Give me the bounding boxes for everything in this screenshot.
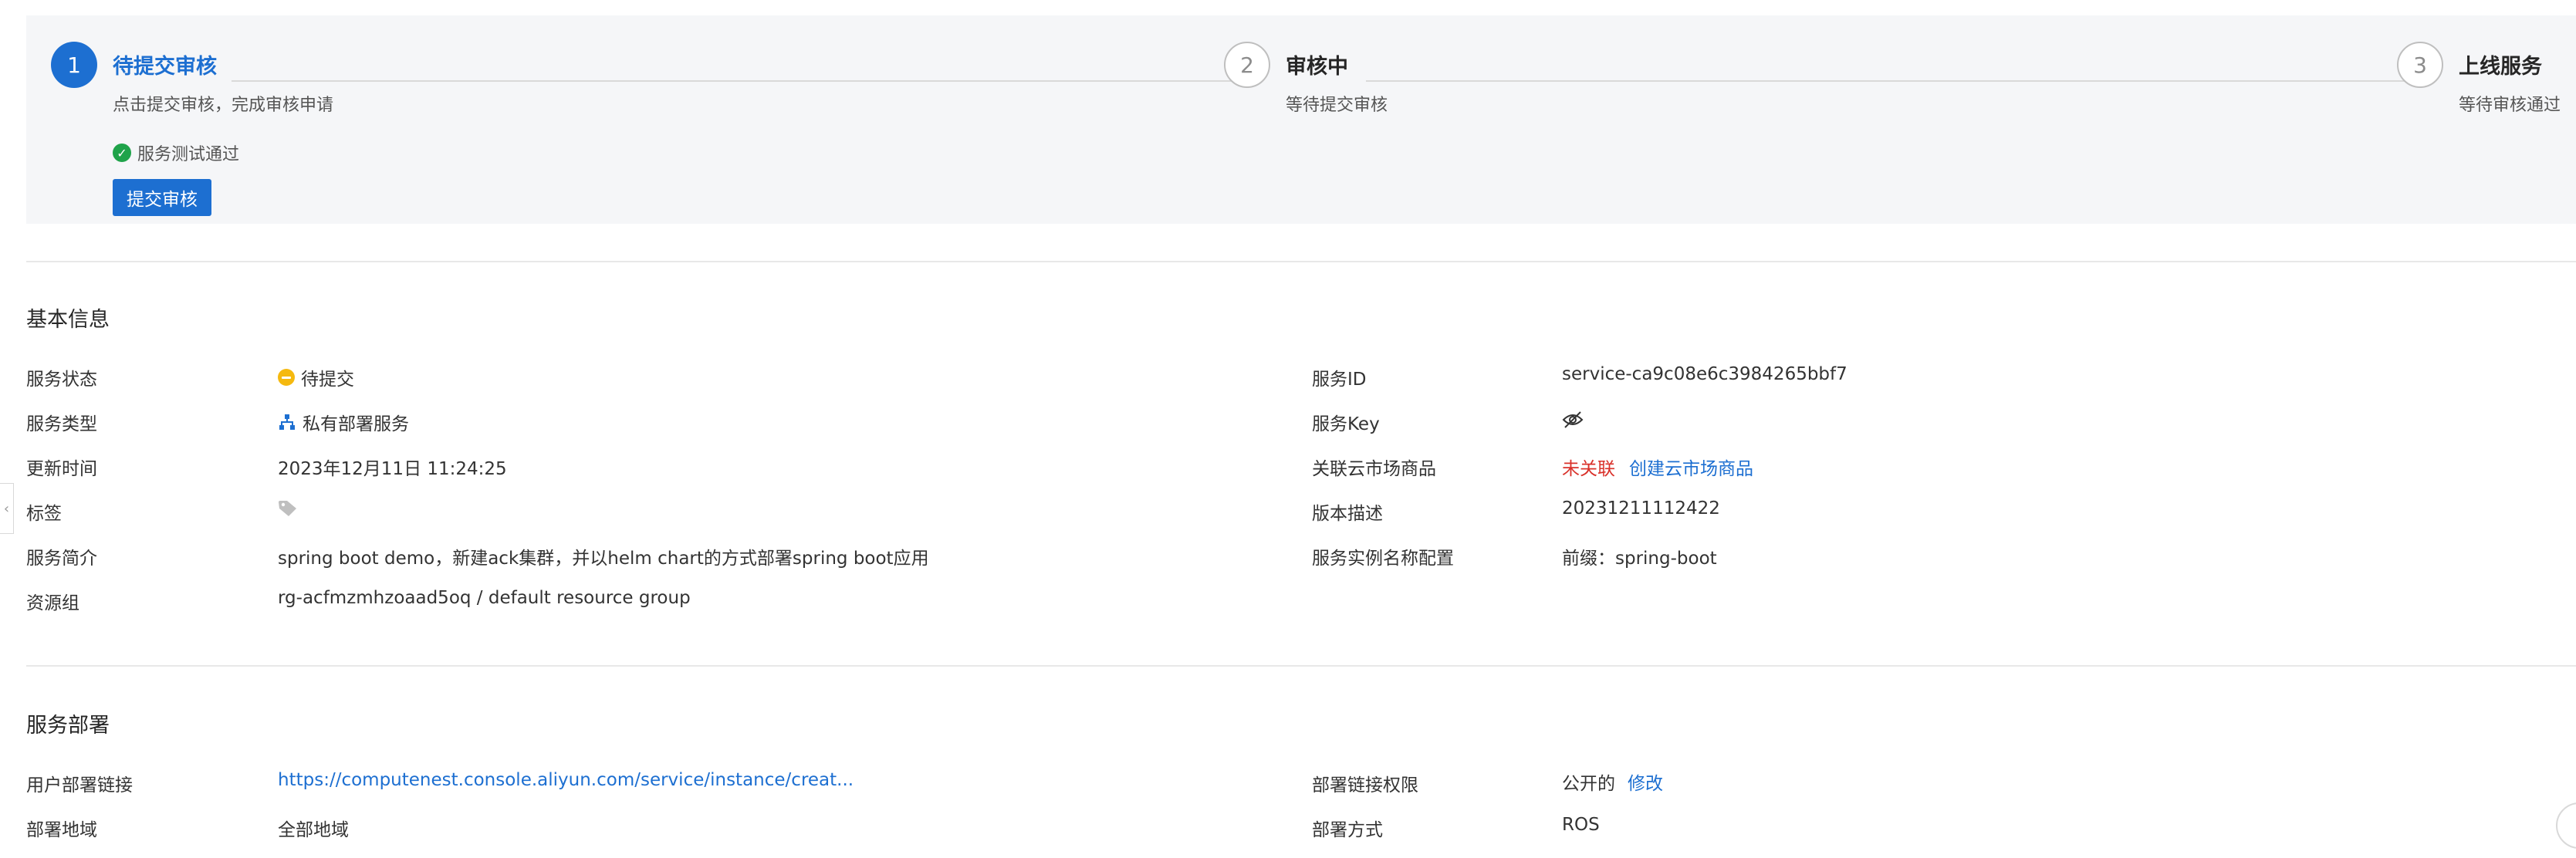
deploy-link-value[interactable]: https://computenest.console.aliyun.com/s… — [278, 770, 854, 790]
step-3-circle: 3 — [2397, 42, 2443, 88]
update-time-value: 2023年12月11日 11:24:25 — [278, 459, 507, 479]
tag-icon[interactable] — [278, 500, 298, 517]
divider — [26, 665, 2576, 667]
service-key-label: 服务Key — [1312, 414, 1380, 434]
deploy-method-value: ROS — [1562, 815, 1600, 835]
check-circle-icon: ✓ — [113, 144, 131, 162]
deploy-permission-label: 部署链接权限 — [1312, 775, 1418, 796]
instance-name-config-label: 服务实例名称配置 — [1312, 549, 1454, 569]
collapse-sidebar-handle[interactable]: ‹ — [0, 483, 14, 534]
test-status-text: 服务测试通过 — [137, 145, 240, 164]
divider — [26, 261, 2576, 262]
step-3-title: 上线服务 — [2459, 55, 2542, 79]
pending-status-icon — [278, 369, 295, 386]
version-desc-value: 20231211112422 — [1562, 498, 1720, 519]
step-1-title: 待提交审核 — [113, 55, 217, 79]
update-time-label: 更新时间 — [26, 459, 97, 479]
service-id-value: service-ca9c08e6c3984265bbf7 — [1562, 364, 1847, 384]
resource-group-label: 资源组 — [26, 593, 79, 613]
deploy-region-value: 全部地域 — [278, 820, 349, 840]
test-status: ✓ 服务测试通过 — [113, 140, 239, 165]
create-market-product-link[interactable]: 创建云市场商品 — [1629, 454, 1753, 480]
market-product-label: 关联云市场商品 — [1312, 459, 1436, 479]
deploy-title: 服务部署 — [26, 714, 110, 738]
floating-assistant-button[interactable] — [2556, 802, 2576, 849]
market-product-status: 未关联 — [1562, 459, 1615, 479]
tags-label: 标签 — [26, 504, 62, 524]
step-1-circle: 1 — [51, 42, 97, 88]
steps-panel: 1 待提交审核 点击提交审核，完成审核申请 ✓ 服务测试通过 提交审核 2 审核… — [26, 15, 2576, 224]
deploy-method-label: 部署方式 — [1312, 820, 1383, 840]
service-intro-value: spring boot demo，新建ack集群，并以helm chart的方式… — [278, 549, 929, 569]
deploy-permission-value: 公开的 修改 — [1562, 768, 1663, 795]
step-2-circle: 2 — [1224, 42, 1270, 88]
org-tree-icon — [279, 414, 295, 430]
step-1-desc: 点击提交审核，完成审核申请 — [113, 96, 334, 115]
chevron-left-icon: ‹ — [3, 500, 10, 517]
version-desc-label: 版本描述 — [1312, 504, 1383, 524]
instance-name-config-value: 前缀：spring-boot — [1562, 549, 1717, 569]
step-3-desc: 等待审核通过 — [2459, 96, 2561, 115]
service-type-text: 私有部署服务 — [303, 414, 409, 434]
service-status-value: 待提交 — [278, 364, 354, 390]
service-type-value: 私有部署服务 — [278, 409, 409, 435]
service-key-value — [1562, 410, 1584, 429]
service-type-label: 服务类型 — [26, 414, 97, 434]
market-product-value: 未关联 创建云市场商品 — [1562, 454, 1753, 480]
service-id-label: 服务ID — [1312, 370, 1367, 390]
step-connector-2 — [1366, 80, 2414, 82]
deploy-region-label: 部署地域 — [26, 820, 97, 840]
service-status-text: 待提交 — [301, 370, 354, 390]
step-connector-1 — [232, 80, 1239, 82]
eye-hidden-icon[interactable] — [1562, 410, 1584, 429]
basic-info-title: 基本信息 — [26, 308, 110, 332]
resource-group-value: rg-acfmzmhzoaad5oq / default resource gr… — [278, 588, 691, 608]
step-2-title: 审核中 — [1286, 55, 1348, 79]
service-intro-label: 服务简介 — [26, 549, 97, 569]
deploy-link-label: 用户部署链接 — [26, 775, 133, 796]
step-2-desc: 等待提交审核 — [1286, 96, 1388, 115]
tags-value — [278, 500, 298, 517]
submit-review-button[interactable]: 提交审核 — [113, 179, 211, 216]
service-status-label: 服务状态 — [26, 370, 97, 390]
modify-permission-link[interactable]: 修改 — [1628, 768, 1663, 795]
deploy-permission-text: 公开的 — [1562, 774, 1615, 794]
